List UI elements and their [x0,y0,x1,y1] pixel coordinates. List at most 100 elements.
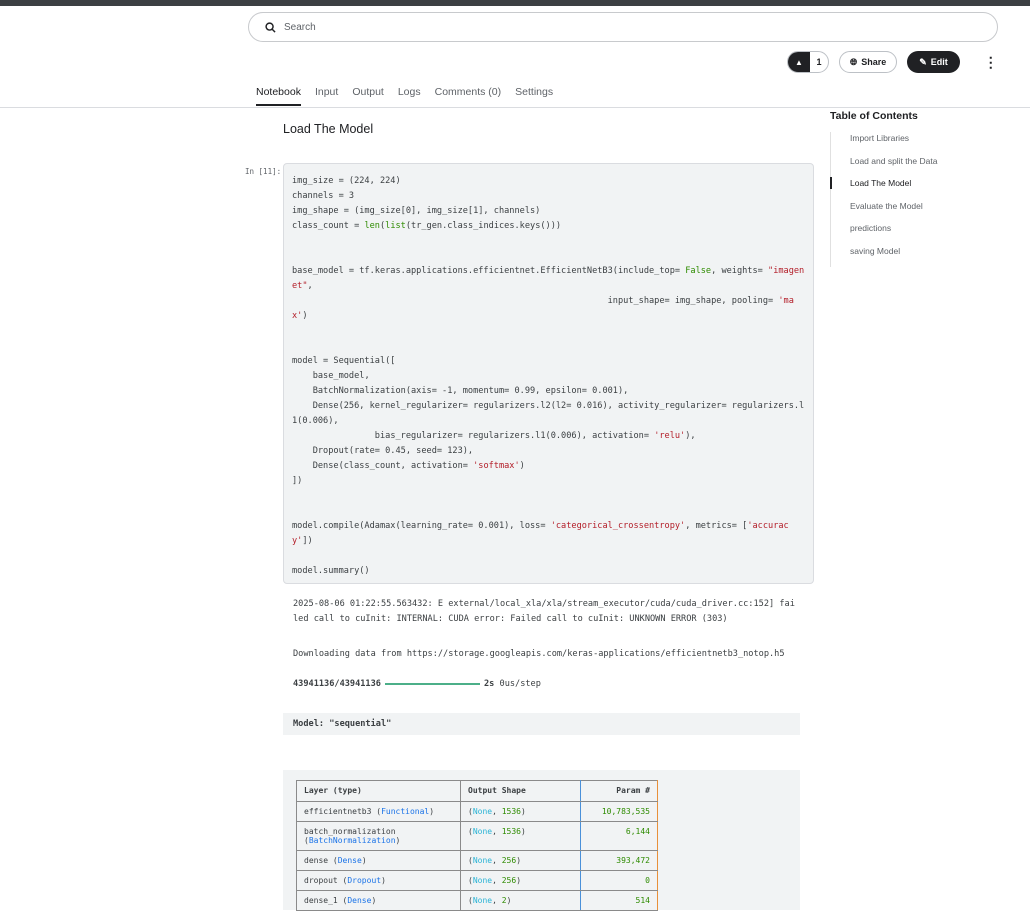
code-line: img_size = (224, 224) [292,174,805,189]
layer-cell: dense (Dense) [296,850,461,871]
table-row: dense (Dense) (None, 256) 393,472 [296,850,658,871]
code-token: ]) [292,476,303,486]
code-line: channels = 3 [292,189,805,204]
code-token: img_size = (224, 224) [292,176,401,186]
layer-cell: dropout (Dropout) [296,870,461,891]
shape-cell: (None, 2) [460,890,581,911]
code-line: base_model = tf.keras.applications.effic… [292,264,805,294]
code-line: input_shape= img_shape, pooling= 'max') [292,294,805,324]
tab-settings[interactable]: Settings [515,86,553,106]
code-cell[interactable]: img_size = (224, 224) channels = 3 img_sha… [283,163,814,584]
toc-item[interactable]: predictions [831,222,937,245]
shape-cell: (None, 1536) [460,821,581,851]
globe-icon: 🌐︎ [850,56,858,67]
code-token: 'categorical_crossentropy' [550,521,686,531]
code-line: model = Sequential([ [292,354,805,369]
code-token: 'softmax' [473,461,520,471]
code-token: list [385,221,406,231]
header-shape: Output Shape [460,780,581,802]
more-options-icon[interactable]: ⋮ [984,54,998,71]
shape-cell: (None, 256) [460,850,581,871]
share-button[interactable]: 🌐︎ Share [839,51,898,73]
code-line: Dense(class_count, activation= 'softmax'… [292,459,805,474]
table-row: efficientnetb3 (Functional) (None, 1536) 1… [296,801,658,822]
section-title: Load The Model [283,122,374,136]
code-token: ), [685,431,696,441]
toc-item[interactable]: Load and split the Data [831,155,937,178]
share-label: Share [861,57,887,67]
tab-comments[interactable]: Comments (0) [435,86,502,106]
table-of-contents: Table of Contents Import Libraries Load a… [830,110,937,267]
code-token: Dropout(rate= 0.45, seed= 123), [292,446,474,456]
code-token: class_count = [292,221,365,231]
tab-notebook[interactable]: Notebook [256,86,301,106]
table-row: dense_1 (Dense) (None, 2) 514 [296,890,658,911]
code-token: False [685,266,712,276]
toc-item[interactable]: Evaluate the Model [831,200,937,223]
code-line: bias_regularizer= regularizers.l1(0.006)… [292,429,805,444]
tab-output[interactable]: Output [352,86,384,106]
params-cell: 0 [580,870,658,891]
header-params: Param # [580,780,658,802]
cell-execution-label: In [11]: [245,167,282,176]
summary-table: Layer (type) Output Shape Param # efficien… [296,780,658,911]
code-token: ) [302,311,308,321]
code-line: Dense(256, kernel_regularizer= regulariz… [292,399,805,429]
params-cell: 6,144 [580,821,658,851]
toc-item[interactable]: Load The Model [830,177,937,189]
code-token: channels = 3 [292,191,355,201]
code-line: model.summary() [292,564,805,579]
toc-title: Table of Contents [830,110,918,122]
code-line: class_count = len(list(tr_gen.class_indi… [292,219,805,234]
code-token: base_model = tf.keras.applications.effic… [292,266,686,276]
code-token: len [364,221,380,231]
code-token: bias_regularizer= regularizers.l1(0.006)… [292,431,655,441]
cuda-error-log: 2025-08-06 01:22:55.563432: E external/l… [293,599,795,624]
upvote-button[interactable]: ▲ 1 [787,51,829,73]
vote-count: 1 [816,57,822,67]
code-token: Dense(256, kernel_regularizer= regulariz… [292,401,805,426]
tab-logs[interactable]: Logs [398,86,421,106]
code-token: model.compile(Adamax(learning_rate= 0.00… [292,521,551,531]
code-line: Dropout(rate= 0.45, seed= 123), [292,444,805,459]
code-token: 'relu' [654,431,686,441]
model-summary: Layer (type) Output Shape Param # efficien… [283,770,800,911]
pencil-icon: ✎ [919,56,927,67]
download-progress: 43941136/43941136 2s 0us/step [293,677,798,692]
caret-up-icon: ▲ [788,52,810,72]
code-token: base_model, [292,371,370,381]
table-row: dropout (Dropout) (None, 256) 0 [296,870,658,891]
toc-item[interactable]: Import Libraries [831,132,937,155]
search-icon [265,21,276,33]
toc-item[interactable]: saving Model [831,245,937,268]
code-token: ]) [302,536,313,546]
params-cell: 10,783,535 [580,801,658,822]
edit-label: Edit [930,57,948,67]
code-token: input_shape= img_shape, pooling= [292,296,779,306]
code-token: BatchNormalization(axis= -1, momentum= 0… [292,386,629,396]
code-token: model = Sequential([ [292,356,396,366]
code-token: img_shape = (img_size[0], img_size[1], c… [292,206,541,216]
tab-input[interactable]: Input [315,86,338,106]
code-line: img_shape = (img_size[0], img_size[1], c… [292,204,805,219]
download-log: Downloading data from https://storage.go… [293,649,785,659]
divider [0,107,1030,108]
code-token: model.summary() [292,566,370,576]
code-token: ) [519,461,525,471]
header-layer: Layer (type) [296,780,461,802]
code-token: , [307,281,313,291]
table-row: batch_normalization (BatchNormalization)(… [296,821,658,851]
edit-button[interactable]: ✎ Edit [907,51,960,73]
code-token: Dense(class_count, activation= [292,461,474,471]
tab-bar: Notebook Input Output Logs Comments (0) Setti… [256,86,553,106]
progress-rate: 0us/step [499,679,541,689]
top-bar [0,0,1030,6]
search-input[interactable]: Search [248,12,998,42]
model-name-text: Model: "sequential" [293,719,392,729]
